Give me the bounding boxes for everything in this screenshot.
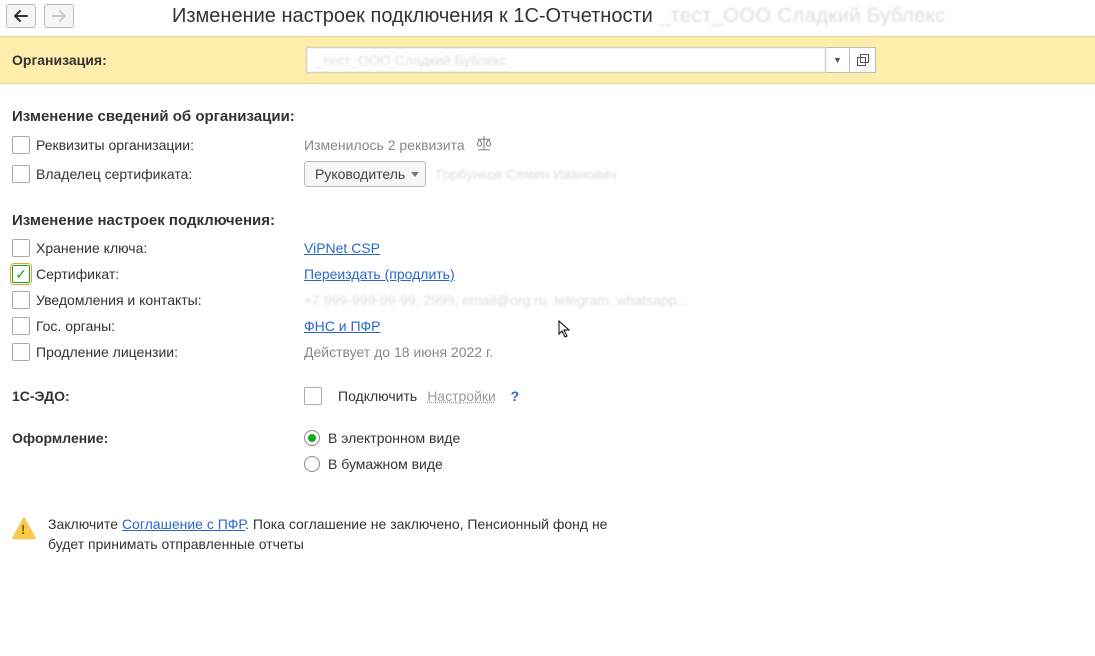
warning-icon: [12, 517, 36, 539]
license-checkbox[interactable]: [12, 343, 30, 361]
key-storage-link[interactable]: ViPNet CSP: [304, 240, 380, 256]
open-external-icon: [857, 54, 869, 66]
gov-label: Гос. органы:: [36, 318, 115, 334]
owner-name-blurred: Горбунков Семен Иванович: [436, 166, 616, 182]
organization-value-blurred: _тест_ООО Сладкий Бублекс: [315, 52, 507, 68]
key-storage-label: Хранение ключа:: [36, 240, 147, 256]
organization-label: Организация:: [12, 52, 306, 68]
requisites-status: Изменилось 2 реквизита: [304, 137, 465, 153]
owner-role-dropdown[interactable]: Руководитель: [304, 161, 426, 187]
design-electronic-radio[interactable]: [304, 430, 320, 446]
license-label: Продление лицензии:: [36, 344, 178, 360]
edo-connect-label: Подключить: [338, 388, 417, 404]
page-title-org-blurred: _тест_ООО Сладкий Бублекс: [659, 5, 946, 28]
key-storage-checkbox[interactable]: [12, 239, 30, 257]
notifications-value-blurred: +7 999-999-99-99, 2999, email@org.ru, te…: [304, 292, 691, 308]
design-electronic-label: В электронном виде: [328, 430, 460, 446]
license-value: Действует до 18 июня 2022 г.: [304, 344, 493, 360]
edo-settings-link[interactable]: Настройки: [427, 388, 496, 404]
arrow-left-icon: [14, 10, 28, 22]
design-paper-radio[interactable]: [304, 456, 320, 472]
edo-label: 1С-ЭДО:: [12, 388, 70, 404]
certificate-checkbox[interactable]: ✓: [12, 265, 30, 283]
edo-connect-checkbox[interactable]: [304, 387, 322, 405]
organization-input[interactable]: _тест_ООО Сладкий Бублекс: [306, 47, 826, 73]
section-connection-title: Изменение настроек подключения:: [12, 212, 1083, 229]
organization-open-button[interactable]: [850, 47, 876, 73]
owner-label: Владелец сертификата:: [36, 166, 192, 182]
requisites-label: Реквизиты организации:: [36, 137, 194, 153]
gov-checkbox[interactable]: [12, 317, 30, 335]
scales-icon: [475, 134, 493, 155]
certificate-label: Сертификат:: [36, 266, 119, 282]
nav-back-button[interactable]: [6, 4, 36, 28]
footer-warning-text: Заключите Соглашение с ПФР. Пока соглаше…: [48, 515, 608, 554]
arrow-right-icon: [52, 10, 66, 22]
page-title: Изменение настроек подключения к 1С-Отче…: [172, 5, 653, 28]
requisites-checkbox[interactable]: [12, 136, 30, 154]
notifications-label: Уведомления и контакты:: [36, 292, 202, 308]
owner-role-label: Руководитель: [315, 166, 405, 182]
organization-dropdown-button[interactable]: ▼: [826, 47, 850, 73]
design-label: Оформление:: [12, 430, 108, 446]
help-icon[interactable]: ?: [506, 387, 524, 405]
design-paper-label: В бумажном виде: [328, 456, 443, 472]
owner-checkbox[interactable]: [12, 165, 30, 183]
organization-bar: Организация: _тест_ООО Сладкий Бублекс ▼: [0, 36, 1095, 84]
notifications-checkbox[interactable]: [12, 291, 30, 309]
nav-forward-button: [44, 4, 74, 28]
section-org-changes-title: Изменение сведений об организации:: [12, 108, 1083, 125]
gov-link[interactable]: ФНС и ПФР: [304, 318, 381, 334]
pfr-agreement-link[interactable]: Соглашение с ПФР: [122, 516, 245, 532]
certificate-link[interactable]: Переиздать (продлить): [304, 266, 455, 282]
